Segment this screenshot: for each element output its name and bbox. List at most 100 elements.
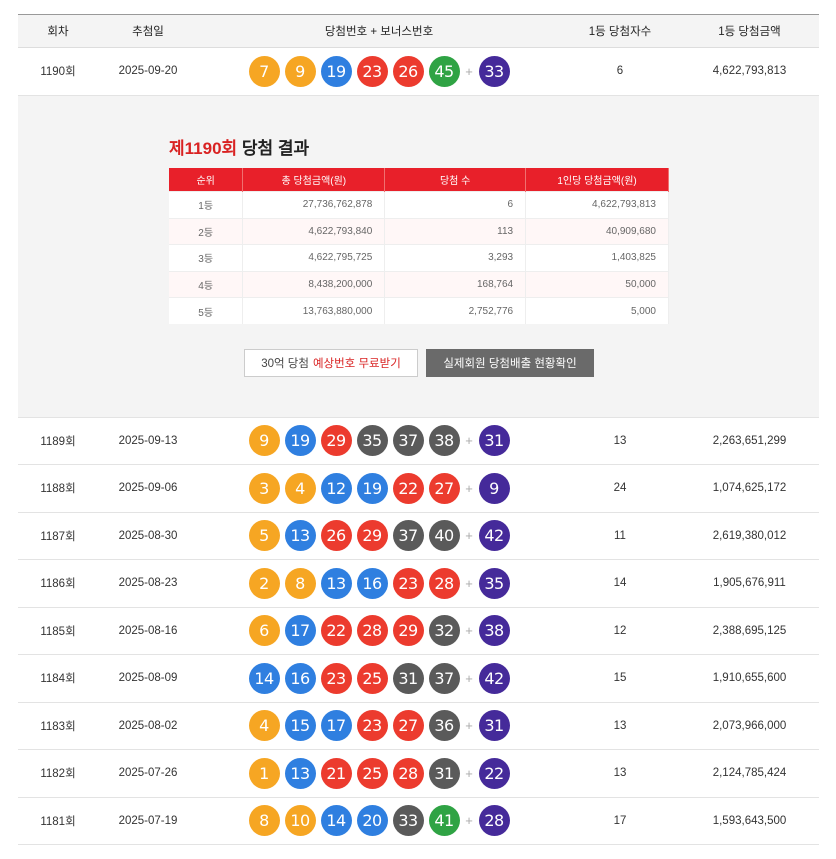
- table-row[interactable]: 1190회 2025-09-20 7 9 19 23 26 45 +33 6 4,622,793,8…: [18, 48, 819, 96]
- prize-cell-per: 5,000: [525, 297, 669, 324]
- number-ball: 10: [284, 805, 316, 837]
- table-row[interactable]: 1189회 2025-09-13 9 19 29 35 37 38 +31 13 2,263,651…: [18, 418, 819, 465]
- free-prediction-button[interactable]: 30억 당첨 예상번호 무료받기: [244, 348, 418, 377]
- bonus-ball: 35: [478, 567, 510, 599]
- table-row[interactable]: 1187회 2025-08-30 5 13 26 29 37 40 +42 11 2,619,380…: [18, 513, 819, 560]
- prize-row: 2등 4,622,793,840 113 40,909,680: [169, 217, 669, 245]
- number-ball: 16: [356, 567, 388, 599]
- winning-numbers: 6 17 22 28 29 32 +38: [198, 615, 560, 647]
- number-ball: 12: [320, 472, 352, 504]
- number-ball: 28: [392, 757, 424, 789]
- prize-cell-total: 4,622,793,840: [242, 217, 386, 245]
- detail-title-text: 당첨 결과: [237, 138, 310, 158]
- draw-date: 2025-07-19: [118, 814, 178, 827]
- lotto-results-table: 회차 추첨일 당첨번호 + 보너스번호 1등 당첨자수 1등 당첨금액 1190…: [18, 14, 819, 845]
- prize-cell-total: 4,622,795,725: [242, 244, 386, 271]
- table-row[interactable]: 1188회 2025-09-06 3 4 12 19 22 27 +9 24 1,074,625,1…: [18, 465, 819, 513]
- prize-row: 3등 4,622,795,725 3,293 1,403,825: [169, 244, 669, 271]
- first-prize-winners: 24: [613, 482, 627, 495]
- first-prize-winners: 17: [613, 814, 627, 827]
- number-ball: 7: [248, 55, 280, 87]
- number-ball: 14: [320, 805, 352, 837]
- plus-sign: +: [465, 670, 473, 686]
- first-prize-winners: 14: [613, 577, 627, 590]
- number-ball: 9: [284, 55, 316, 87]
- draw-round: 1188회: [40, 483, 76, 496]
- prize-breakdown-table: 순위 총 당첨금액(원) 당첨 수 1인당 당첨금액(원) 1등 27,736,762,8…: [169, 167, 669, 324]
- table-row[interactable]: 1182회 2025-07-26 1 13 21 25 28 31 +22 13 2,124,785…: [18, 750, 819, 798]
- number-ball: 3: [248, 472, 280, 504]
- plus-sign: +: [465, 765, 473, 781]
- table-header: 회차 추첨일 당첨번호 + 보너스번호 1등 당첨자수 1등 당첨금액: [18, 14, 819, 48]
- table-row[interactable]: 1184회 2025-08-09 14 16 23 25 31 37 +42 15 1,910,65…: [18, 655, 819, 703]
- draw-round: 1184회: [40, 673, 76, 686]
- draw-date: 2025-09-13: [118, 434, 178, 447]
- winning-numbers: 14 16 23 25 31 37 +42: [198, 662, 560, 694]
- table-row[interactable]: 1181회 2025-07-19 8 10 14 20 33 41 +28 17 1,593,643…: [18, 798, 819, 845]
- number-ball: 8: [248, 805, 280, 837]
- number-ball: 32: [428, 615, 460, 647]
- prize-cell-total: 27,736,762,878: [242, 191, 386, 218]
- number-ball: 22: [392, 472, 424, 504]
- prize-row: 4등 8,438,200,000 168,764 50,000: [169, 270, 669, 298]
- plus-sign: +: [465, 63, 473, 79]
- free-prediction-prefix: 30억 당첨: [261, 357, 309, 370]
- bonus-ball: 31: [478, 710, 510, 742]
- prize-header-cell: 총 당첨금액(원): [242, 167, 386, 192]
- draw-date: 2025-08-30: [118, 529, 178, 542]
- number-ball: 41: [428, 805, 460, 837]
- table-row[interactable]: 1185회 2025-08-16 6 17 22 28 29 32 +38 12 2,388,695…: [18, 608, 819, 655]
- draw-round: 1189회: [40, 435, 76, 448]
- prize-cell-total: 8,438,200,000: [242, 270, 386, 298]
- first-prize-amount: 1,074,625,172: [712, 482, 787, 495]
- plus-sign: +: [465, 480, 473, 496]
- number-ball: 4: [248, 710, 280, 742]
- number-ball: 27: [392, 710, 424, 742]
- number-ball: 21: [320, 757, 352, 789]
- number-ball: 2: [248, 567, 280, 599]
- prize-cell-rank: 1등: [169, 191, 244, 218]
- draw-round: 1186회: [40, 578, 76, 591]
- number-ball: 28: [356, 615, 388, 647]
- number-ball: 31: [392, 662, 424, 694]
- prize-cell-per: 1,403,825: [525, 244, 669, 271]
- winning-numbers: 9 19 29 35 37 38 +31: [198, 425, 560, 457]
- prize-header-cell: 당첨 수: [384, 167, 527, 192]
- prize-cell-total: 13,763,880,000: [242, 297, 386, 324]
- number-ball: 22: [320, 615, 352, 647]
- detail-title-round: 제1190회: [169, 138, 238, 158]
- table-row[interactable]: 1186회 2025-08-23 2 8 13 16 23 28 +35 14 1,905,676,…: [18, 560, 819, 608]
- draw-date: 2025-08-02: [118, 719, 178, 732]
- number-ball: 37: [428, 662, 460, 694]
- bonus-ball: 38: [478, 615, 510, 647]
- number-ball: 19: [320, 55, 352, 87]
- draw-round: 1187회: [40, 530, 76, 543]
- first-prize-amount: 2,388,695,125: [712, 624, 787, 637]
- first-prize-amount: 4,622,793,813: [712, 65, 787, 78]
- detail-title: 제1190회 당첨 결과: [169, 134, 309, 159]
- number-ball: 19: [356, 472, 388, 504]
- prize-cell-rank: 4등: [169, 270, 244, 298]
- free-prediction-highlight: 예상번호 무료받기: [312, 357, 401, 370]
- number-ball: 29: [392, 615, 424, 647]
- number-ball: 20: [356, 805, 388, 837]
- member-winners-button[interactable]: 실제회원 당첨배출 현황확인: [426, 348, 594, 377]
- number-ball: 16: [284, 662, 316, 694]
- number-ball: 33: [392, 805, 424, 837]
- number-ball: 23: [320, 662, 352, 694]
- prize-header-row: 순위 총 당첨금액(원) 당첨 수 1인당 당첨금액(원): [169, 167, 669, 192]
- number-ball: 26: [320, 520, 352, 552]
- number-ball: 23: [356, 55, 388, 87]
- number-ball: 17: [320, 710, 352, 742]
- table-row[interactable]: 1183회 2025-08-02 4 15 17 23 27 36 +31 13 2,073,966…: [18, 703, 819, 750]
- header-round: 회차: [47, 26, 69, 38]
- number-ball: 15: [284, 710, 316, 742]
- draw-detail-panel: 제1190회 당첨 결과순위 총 당첨금액(원) 당첨 수 1인당 당첨금액(원) 1등…: [18, 95, 819, 418]
- number-ball: 45: [428, 55, 460, 87]
- plus-sign: +: [465, 528, 473, 544]
- winning-numbers: 1 13 21 25 28 31 +22: [198, 757, 560, 789]
- draw-round: 1181회: [40, 815, 76, 828]
- prize-cell-rank: 5등: [169, 297, 244, 324]
- draw-date: 2025-09-20: [118, 65, 178, 78]
- number-ball: 23: [392, 567, 424, 599]
